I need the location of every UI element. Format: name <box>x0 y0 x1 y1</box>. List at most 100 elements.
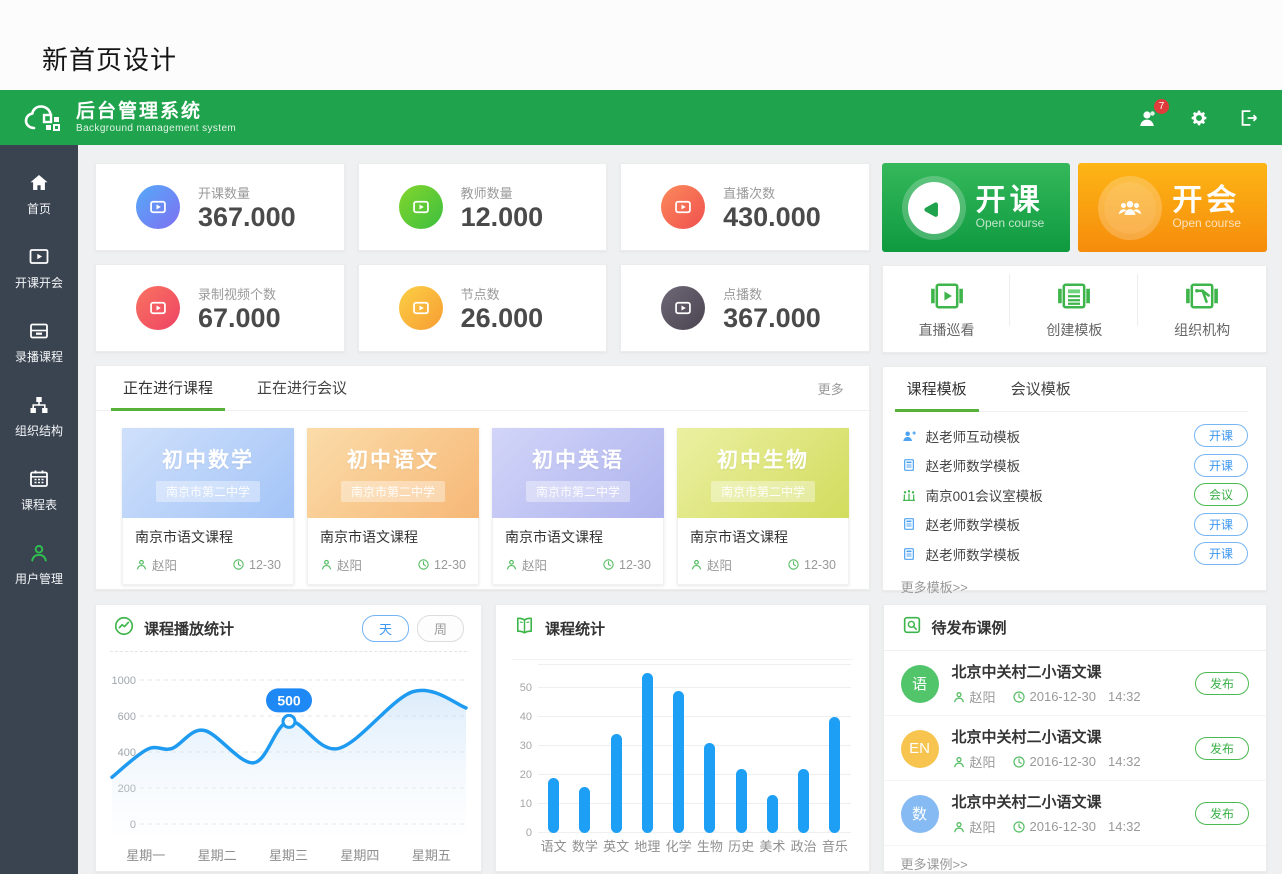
bar-x-label: 语文 <box>538 836 569 855</box>
bar-y-label: 10 <box>512 798 532 810</box>
bar-x-label: 美术 <box>757 836 788 855</box>
sidebar-item-4[interactable]: 组织结构 <box>0 387 78 445</box>
course-card[interactable]: 初中生物南京市第二中学南京市语文课程赵阳12-30 <box>677 428 849 585</box>
sidebar-item-2[interactable]: 开课开会 <box>0 239 78 297</box>
book-icon <box>513 614 536 642</box>
doc-icon <box>901 457 917 473</box>
sidebar-item-label: 组织结构 <box>15 422 63 439</box>
stat-play-icon <box>670 295 696 321</box>
sidebar-item-6[interactable]: 用户管理 <box>0 535 78 593</box>
course-card-name: 南京市语文课程 <box>505 527 651 547</box>
templates-tab-1[interactable]: 课程模板 <box>905 366 969 411</box>
person-small-icon <box>952 755 966 769</box>
person-small-icon <box>320 558 333 571</box>
play-badge-icon <box>136 286 180 330</box>
quick-link-organization[interactable]: 组织机构 <box>1138 278 1266 340</box>
course-time: 12-30 <box>434 558 466 572</box>
sidebar-item-label: 用户管理 <box>15 570 63 587</box>
more-lessons-link[interactable]: 更多课例>> <box>884 846 1267 874</box>
templates-tab-2[interactable]: 会议模板 <box>1009 366 1073 411</box>
subject-badge: 数 <box>901 795 939 833</box>
lesson-date: 2016-12-30 <box>1030 689 1097 704</box>
line-chart-svg: 02004006001000500 <box>110 656 468 838</box>
bar <box>673 691 684 833</box>
courses-tab-1[interactable]: 正在进行课程 <box>121 365 215 410</box>
logout-icon[interactable] <box>1238 107 1260 129</box>
publish-button[interactable]: 发布 <box>1195 802 1249 825</box>
bar <box>579 787 590 833</box>
play-circle-icon <box>908 182 960 234</box>
gear-icon[interactable] <box>1188 107 1210 129</box>
template-action-button[interactable]: 开课 <box>1194 542 1248 565</box>
sidebar-item-5[interactable]: 课程表 <box>0 461 78 519</box>
bar <box>829 717 840 833</box>
template-action-button[interactable]: 开课 <box>1194 424 1248 447</box>
primary-actions: 开课 Open course 开会 <box>882 163 1267 252</box>
publish-button[interactable]: 发布 <box>1195 672 1249 695</box>
user-icon[interactable]: 7 <box>1136 106 1160 130</box>
template-action-button[interactable]: 开课 <box>1194 454 1248 477</box>
stat-label: 教师数量 <box>461 183 544 202</box>
stat-card: 录制视频个数67.000 <box>95 264 345 352</box>
publish-button[interactable]: 发布 <box>1195 737 1249 760</box>
sidebar-item-1[interactable]: 首页 <box>0 165 78 223</box>
template-name: 赵老师数学模板 <box>926 544 1194 564</box>
clock-icon <box>1012 690 1026 704</box>
lesson-date: 2016-12-30 <box>1030 754 1097 769</box>
toggle-天[interactable]: 天 <box>362 615 409 642</box>
org-icon <box>27 393 51 417</box>
bar-chart-title: 课程统计 <box>545 618 605 639</box>
course-stats-panel: 课程统计 01020304050语文数学英文地理化学生物历史美术政治音乐 <box>495 604 870 872</box>
stat-play-icon <box>145 194 171 220</box>
sidebar: 首页开课开会录播课程组织结构课程表用户管理 <box>0 145 78 874</box>
organization-icon <box>1184 278 1220 314</box>
line-x-label: 星期四 <box>324 845 395 864</box>
quick-link-label: 创建模板 <box>1046 320 1102 340</box>
publish-row: EN北京中关村二小语文课赵阳2016-12-3014:32发布 <box>884 716 1267 781</box>
open-course-button[interactable]: 开课 Open course <box>882 163 1071 252</box>
line-chart-area: 02004006001000500 <box>110 651 467 843</box>
course-card[interactable]: 初中语文南京市第二中学南京市语文课程赵阳12-30 <box>307 428 479 585</box>
bar-x-label: 化学 <box>663 836 694 855</box>
lesson-title: 北京中关村二小语文课 <box>952 726 1195 747</box>
lesson-teacher: 赵阳 <box>970 752 996 771</box>
courses-tab-bar: 正在进行课程正在进行会议 更多 <box>96 366 869 411</box>
bar-x-labels: 语文数学英文地理化学生物历史美术政治音乐 <box>538 836 851 855</box>
stat-label: 开课数量 <box>198 183 296 202</box>
course-card-title: 初中语文 <box>347 444 439 474</box>
subject-badge: EN <box>901 730 939 768</box>
course-card[interactable]: 初中英语南京市第二中学南京市语文课程赵阳12-30 <box>492 428 664 585</box>
more-templates-link[interactable]: 更多模板>> <box>901 577 1248 596</box>
quick-link-create-template[interactable]: 创建模板 <box>1010 278 1138 340</box>
template-action-button[interactable]: 会议 <box>1194 483 1248 506</box>
stat-value: 67.000 <box>198 305 281 332</box>
toggle-周[interactable]: 周 <box>417 615 464 642</box>
courses-more-link[interactable]: 更多 <box>818 379 844 410</box>
play-badge-icon <box>661 286 705 330</box>
doc-icon <box>901 546 917 562</box>
stat-play-icon <box>408 295 434 321</box>
courses-tab-2[interactable]: 正在进行会议 <box>255 365 349 410</box>
open-meeting-button[interactable]: 开会 Open course <box>1078 163 1267 252</box>
play-badge-icon <box>399 286 443 330</box>
line-x-label: 星期一 <box>110 845 181 864</box>
course-time: 12-30 <box>619 558 651 572</box>
stats-row-1: 开课数量367.000教师数量12.000直播次数430.000 <box>95 163 870 251</box>
stat-value: 26.000 <box>461 305 544 332</box>
course-time: 12-30 <box>249 558 281 572</box>
bar <box>767 795 778 833</box>
lesson-teacher: 赵阳 <box>970 687 996 706</box>
bar-y-label: 0 <box>512 827 532 839</box>
quick-link-live-view[interactable]: 直播巡看 <box>883 278 1011 340</box>
line-chart-title: 课程播放统计 <box>144 618 234 639</box>
line-x-label: 星期三 <box>253 845 324 864</box>
course-card[interactable]: 初中数学南京市第二中学南京市语文课程赵阳12-30 <box>122 428 294 585</box>
quick-link-label: 组织机构 <box>1174 320 1230 340</box>
stat-play-icon <box>145 295 171 321</box>
template-action-button[interactable]: 开课 <box>1194 513 1248 536</box>
bar-y-label: 20 <box>512 769 532 781</box>
sidebar-item-3[interactable]: 录播课程 <box>0 313 78 371</box>
course-teacher: 赵阳 <box>522 555 547 574</box>
svg-text:500: 500 <box>277 692 301 708</box>
lesson-title: 北京中关村二小语文课 <box>952 661 1195 682</box>
